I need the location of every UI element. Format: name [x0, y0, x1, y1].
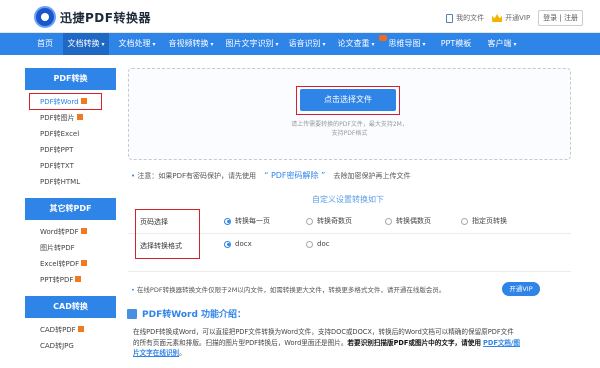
radio-odd-pages[interactable]: 转换奇数页 [306, 216, 352, 226]
radio-checked-icon [224, 217, 231, 225]
chevron-down-icon: ▾ [322, 41, 326, 48]
sidebar-head-cad: CAD转换 [25, 296, 116, 318]
new-badge-icon [76, 114, 83, 120]
document-icon [127, 308, 137, 319]
chevron-down-icon: ▾ [101, 41, 105, 48]
nav-doc-process[interactable]: 文档处理 ▾ [113, 33, 161, 55]
divider [128, 271, 571, 272]
intro-title: PDF转Word 功能介绍： [127, 307, 246, 320]
custom-settings-title: 自定义设置转换如下 [312, 195, 384, 204]
crown-icon [492, 14, 503, 22]
sidebar-item-word-to-pdf[interactable]: Word转PDF [25, 224, 116, 240]
sidebar-head-pdf-convert: PDF转换 [25, 68, 116, 90]
sidebar-item-excel-to-pdf[interactable]: Excel转PDF [25, 256, 116, 272]
nav-ppt-template[interactable]: PPT模板 [433, 33, 479, 55]
new-badge-icon [75, 276, 82, 282]
intro-text: 在线PDF转换成Word，可以直接把PDF文件转换为Word文件，支持DOC或D… [133, 328, 521, 357]
radio-even-pages[interactable]: 转换偶数页 [385, 216, 431, 226]
chevron-down-icon: ▾ [275, 41, 279, 48]
nav-client[interactable]: 客户端 ▾ [480, 33, 524, 55]
top-links: 我的文件 开通VIP 登录 | 注册 [446, 10, 583, 26]
upload-tip: 请上传需要转换的PDF文件，最大支持2M， 支持PDF格式 [291, 121, 408, 137]
radio-icon [385, 217, 392, 225]
chevron-down-icon: ▾ [371, 41, 375, 48]
sidebar-item-pdf-to-excel[interactable]: PDF转Excel [25, 126, 116, 142]
radio-checked-icon [224, 240, 231, 248]
sidebar: PDF转换 PDF转Word PDF转图片 PDF转Excel PDF转PPT … [25, 68, 116, 368]
top-bar: 迅捷PDF转换器 我的文件 开通VIP 登录 | 注册 [0, 0, 600, 33]
new-badge-icon [77, 326, 84, 332]
vip-link[interactable]: 开通VIP [492, 13, 530, 23]
nav-ocr[interactable]: 图片文字识别 ▾ [221, 33, 283, 55]
logo-icon[interactable] [34, 6, 56, 28]
vip-notice: • 在线PDF转换器转换文件仅限于2M以内文件，如需转换更大文件，转换更多格式文… [131, 286, 446, 294]
radio-doc[interactable]: doc [306, 240, 330, 248]
pdf-password-remove-link[interactable]: “ PDF密码解除 ” [264, 171, 325, 180]
new-badge-icon [81, 260, 88, 266]
sidebar-item-pdf-to-image[interactable]: PDF转图片 [25, 110, 116, 126]
password-notice: • 注意：如果PDF有密码保护，请先使用 “ PDF密码解除 ” 去除加密保护再… [131, 171, 411, 180]
nav-speech[interactable]: 语音识别 ▾ [284, 33, 330, 55]
radio-docx[interactable]: docx [224, 240, 252, 248]
radio-every-page[interactable]: 转换每一页 [224, 216, 270, 226]
main-nav: 首页 文档转换 ▾ 文档处理 ▾ 音视频转换 ▾ 图片文字识别 ▾ 语音识别 ▾ 论文查重… [0, 33, 600, 55]
sidebar-item-pdf-to-txt[interactable]: PDF转TXT [25, 158, 116, 174]
sidebar-item-pdf-to-ppt[interactable]: PDF转PPT [25, 142, 116, 158]
file-icon [446, 13, 454, 23]
sidebar-head-to-pdf: 其它转PDF [25, 198, 116, 220]
sidebar-item-pdf-to-html[interactable]: PDF转HTML [25, 174, 116, 190]
radio-icon [461, 217, 468, 225]
radio-icon [306, 240, 313, 248]
nav-home[interactable]: 首页 [29, 33, 61, 55]
chevron-down-icon: ▾ [152, 41, 156, 48]
sidebar-item-ppt-to-pdf[interactable]: PPT转PDF [25, 272, 116, 288]
highlight-box-options [135, 209, 200, 259]
nav-plagiarism[interactable]: 论文查重 ▾ [333, 33, 387, 55]
open-vip-button[interactable]: 开通VIP [502, 282, 540, 296]
brand-name[interactable]: 迅捷PDF转换器 [60, 9, 151, 26]
new-badge-icon [80, 228, 87, 234]
radio-icon [306, 217, 313, 225]
sidebar-item-cad-to-pdf[interactable]: CAD转PDF [25, 322, 116, 338]
ocr-link[interactable]: PDF文档/图 [483, 339, 520, 347]
chevron-down-icon: ▾ [210, 41, 214, 48]
separator: | [559, 14, 562, 22]
my-files-link[interactable]: 我的文件 [446, 13, 484, 23]
register-link[interactable]: 注册 [564, 14, 578, 22]
sidebar-item-cad-to-jpg[interactable]: CAD转JPG [25, 338, 116, 354]
nav-mindmap[interactable]: 思维导图 ▾ [384, 33, 430, 55]
radio-specific-pages[interactable]: 指定页转换 [461, 216, 507, 226]
login-register: 登录 | 注册 [538, 10, 583, 26]
nav-av-convert[interactable]: 音视频转换 ▾ [163, 33, 219, 55]
chevron-down-icon: ▾ [513, 41, 517, 48]
sidebar-item-image-to-pdf[interactable]: 图片转PDF [25, 240, 116, 256]
highlight-box-upload [296, 86, 400, 115]
login-link[interactable]: 登录 [543, 14, 557, 22]
nav-doc-convert[interactable]: 文档转换 ▾ [63, 33, 109, 55]
chevron-down-icon: ▾ [422, 41, 426, 48]
highlight-box-sidebar [29, 93, 102, 110]
ocr-link-cont[interactable]: 片文字在线识别 [133, 349, 179, 357]
